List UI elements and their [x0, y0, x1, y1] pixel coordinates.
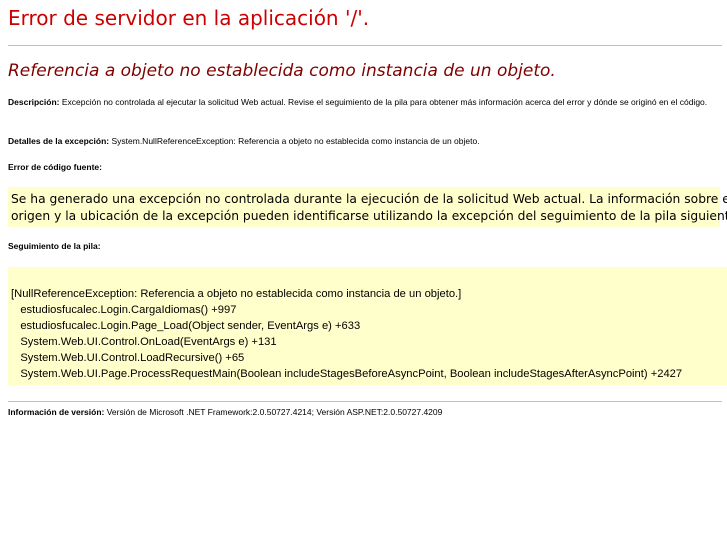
exception-details-block: Detalles de la excepción: System.NullRef…	[8, 134, 480, 148]
stack-trace-line: System.Web.UI.Control.LoadRecursive() +6…	[11, 352, 245, 364]
stack-trace-box: [NullReferenceException: Referencia a ob…	[8, 267, 727, 385]
source-error-label: Error de código fuente:	[8, 162, 102, 172]
version-info-label: Información de versión:	[8, 407, 105, 417]
version-info-text: Versión de Microsoft .NET Framework:2.0.…	[106, 407, 443, 417]
stack-trace-line: estudiosfucalec.Login.Page_Load(Object s…	[11, 320, 361, 332]
stack-trace-line: System.Web.UI.Page.ProcessRequestMain(Bo…	[11, 368, 683, 380]
title-divider	[8, 45, 722, 46]
stack-trace-line: estudiosfucalec.Login.CargaIdiomas() +99…	[11, 304, 237, 316]
description-block: Descripción: Excepción no controlada al …	[8, 95, 720, 109]
source-error-box: Se ha generado una excepción no controla…	[8, 187, 727, 227]
version-info-block: Información de versión: Versión de Micro…	[8, 405, 442, 419]
source-error-line: origen y la ubicación de la excepción pu…	[11, 209, 727, 223]
source-error-line: Se ha generado una excepción no controla…	[11, 192, 727, 206]
version-divider	[8, 401, 722, 402]
exception-details-text: System.NullReferenceException: Referenci…	[111, 136, 480, 146]
stack-trace-line: [NullReferenceException: Referencia a ob…	[11, 288, 462, 300]
stack-trace-line: System.Web.UI.Control.OnLoad(EventArgs e…	[11, 336, 277, 348]
stack-trace-label-block: Seguimiento de la pila:	[8, 239, 101, 253]
page-title: Error de servidor en la aplicación '/'.	[8, 6, 370, 30]
source-error-label-block: Error de código fuente:	[8, 160, 102, 174]
stack-trace-label: Seguimiento de la pila:	[8, 241, 101, 251]
error-subtitle: Referencia a objeto no establecida como …	[8, 61, 556, 81]
description-label: Descripción:	[8, 97, 60, 107]
exception-details-label: Detalles de la excepción:	[8, 136, 110, 146]
description-text: Excepción no controlada al ejecutar la s…	[61, 97, 708, 107]
